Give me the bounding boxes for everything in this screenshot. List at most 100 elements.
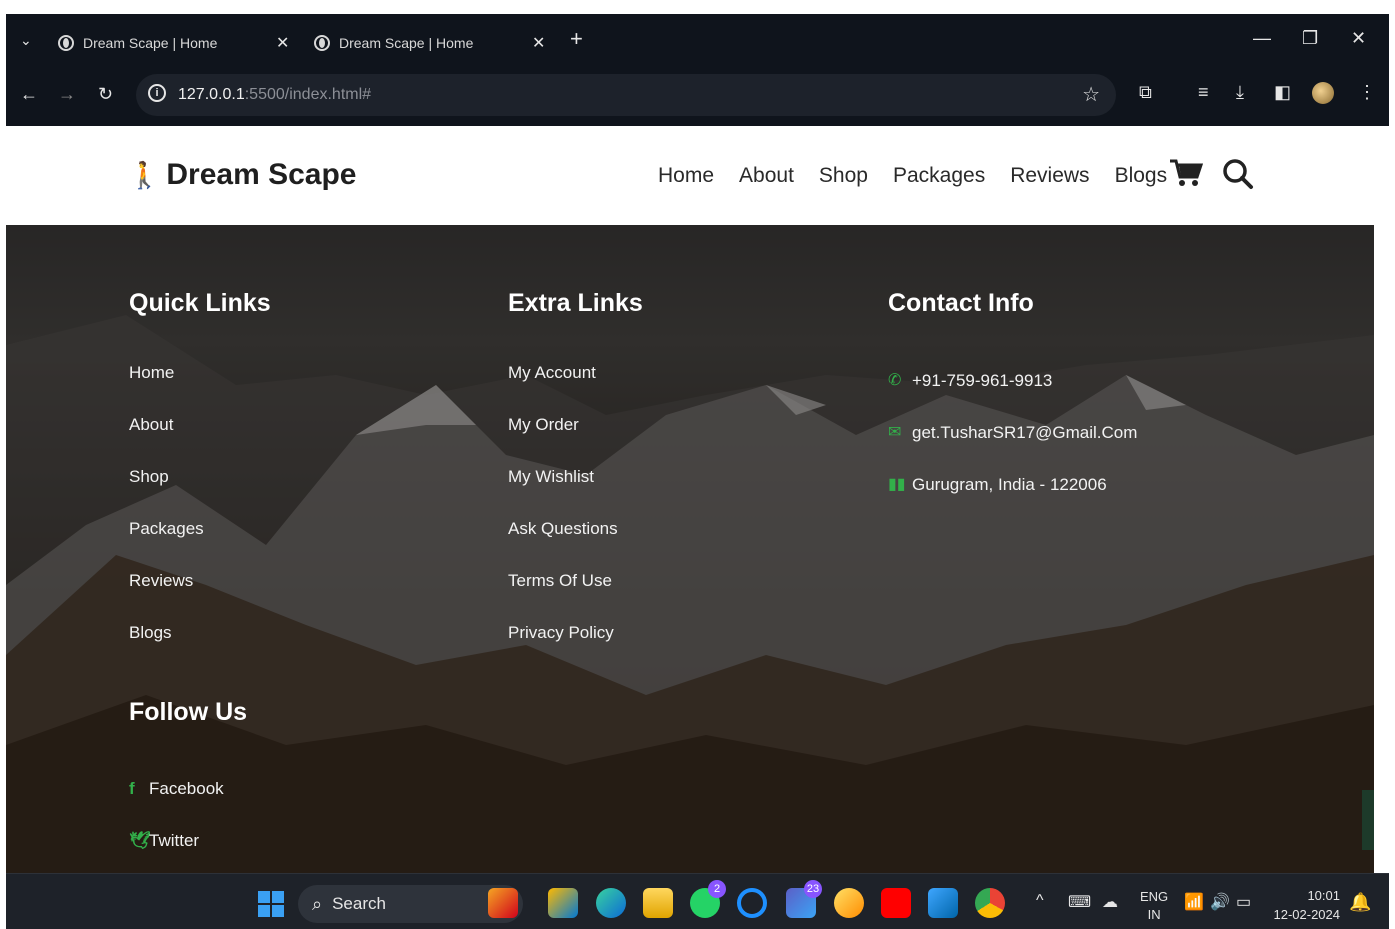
- scroll-top-tab[interactable]: [1362, 790, 1374, 850]
- quick-link-home[interactable]: Home: [129, 355, 271, 407]
- map-icon: ▮▮: [888, 476, 906, 493]
- site-info-icon[interactable]: i: [148, 84, 166, 102]
- forward-icon[interactable]: →: [58, 84, 76, 105]
- twitter-icon: 🕊: [129, 831, 151, 850]
- chrome-icon[interactable]: [975, 888, 1005, 918]
- nav-blogs[interactable]: Blogs: [1115, 164, 1168, 188]
- site-header: 🚶 Dream Scape Home About Shop Packages R…: [6, 126, 1374, 225]
- quick-link-reviews[interactable]: Reviews: [129, 563, 271, 615]
- menu-dots-icon[interactable]: ⋮: [1358, 82, 1376, 103]
- phone-text: +91-759-961-9913: [912, 371, 1053, 390]
- hiker-icon: 🚶: [128, 159, 161, 190]
- tray-cloud-icon[interactable]: ☁: [1102, 892, 1118, 912]
- tab-strip: ⌄ Dream Scape | Home ✕ Dream Scape | Hom…: [6, 14, 1389, 70]
- vscode-icon[interactable]: [928, 888, 958, 918]
- minimize-icon[interactable]: —: [1253, 28, 1271, 49]
- tab-2[interactable]: Dream Scape | Home ✕: [314, 26, 545, 60]
- extra-links-column: Extra Links My Account My Order My Wishl…: [508, 289, 643, 667]
- quick-link-about[interactable]: About: [129, 407, 271, 459]
- tab-2-close-icon[interactable]: ✕: [532, 33, 545, 53]
- download-icon[interactable]: ⤓: [1236, 82, 1244, 103]
- tab-1-title: Dream Scape | Home: [83, 35, 218, 51]
- taskbar-search-label: Search: [332, 894, 386, 913]
- weather-icon[interactable]: [834, 888, 864, 918]
- clock[interactable]: 10:01 12-02-2024: [1270, 886, 1341, 924]
- bookmark-star-icon[interactable]: ☆: [1082, 82, 1100, 107]
- extra-link-my-account[interactable]: My Account: [508, 355, 643, 407]
- follow-facebook[interactable]: f Facebook: [129, 763, 247, 815]
- main-nav: Home About Shop Packages Reviews Blogs: [658, 164, 1167, 188]
- extra-link-terms-of-use[interactable]: Terms Of Use: [508, 563, 643, 615]
- teams-badge: 23: [804, 880, 822, 898]
- toolbar: ← → ↻ i 127.0.0.1:5500/index.html# ☆ ⧉ ≡…: [6, 70, 1389, 122]
- nav-reviews[interactable]: Reviews: [1010, 164, 1089, 188]
- extra-link-my-order[interactable]: My Order: [508, 407, 643, 459]
- brand-logo[interactable]: 🚶 Dream Scape: [128, 158, 356, 192]
- tab-search-chevron-icon[interactable]: ⌄: [20, 32, 32, 49]
- quick-links-title: Quick Links: [129, 289, 271, 317]
- extra-links-title: Extra Links: [508, 289, 643, 317]
- twitter-label: Twitter: [149, 831, 200, 850]
- copilot-icon[interactable]: [548, 888, 578, 918]
- windows-start-icon[interactable]: [258, 891, 284, 917]
- quick-links-column: Quick Links Home About Shop Packages Rev…: [129, 289, 271, 667]
- footer: Quick Links Home About Shop Packages Rev…: [6, 225, 1374, 873]
- profile-avatar[interactable]: [1312, 82, 1334, 104]
- search-icon[interactable]: [1222, 158, 1254, 190]
- contact-info-column: Contact Info ✆ +91-759-961-9913 ✉ get.Tu…: [888, 289, 1137, 511]
- follow-us-title: Follow Us: [129, 698, 248, 726]
- extra-link-ask-questions[interactable]: Ask Questions: [508, 511, 643, 563]
- contact-phone[interactable]: ✆ +91-759-961-9913: [888, 355, 1137, 407]
- edge-icon[interactable]: [596, 888, 626, 918]
- tab-1-close-icon[interactable]: ✕: [276, 33, 289, 53]
- extra-link-my-wishlist[interactable]: My Wishlist: [508, 459, 643, 511]
- wifi-icon[interactable]: 📶: [1184, 892, 1204, 912]
- nav-about[interactable]: About: [739, 164, 794, 188]
- nav-shop[interactable]: Shop: [819, 164, 868, 188]
- close-window-icon[interactable]: ✕: [1351, 28, 1366, 49]
- reading-list-icon[interactable]: ≡: [1198, 82, 1209, 103]
- facebook-icon: f: [129, 779, 135, 798]
- follow-twitter[interactable]: 🕊 Twitter: [129, 815, 247, 867]
- search-icon: ⌕: [312, 893, 323, 914]
- restore-icon[interactable]: ❐: [1302, 28, 1318, 49]
- new-tab-icon[interactable]: +: [570, 26, 583, 52]
- address-bar[interactable]: i 127.0.0.1:5500/index.html# ☆: [136, 74, 1116, 116]
- nav-home[interactable]: Home: [658, 164, 714, 188]
- globe-icon: [58, 35, 74, 51]
- whatsapp-icon[interactable]: 2: [690, 880, 726, 918]
- tray-pen-icon[interactable]: ⌨: [1068, 892, 1091, 912]
- nav-packages[interactable]: Packages: [893, 164, 985, 188]
- language-indicator[interactable]: ENG IN: [1140, 888, 1168, 924]
- screen: ⌄ Dream Scape | Home ✕ Dream Scape | Hom…: [0, 0, 1395, 929]
- extensions-icon[interactable]: ⧉: [1139, 82, 1152, 103]
- clock-date: 12-02-2024: [1273, 907, 1341, 922]
- quick-link-packages[interactable]: Packages: [129, 511, 271, 563]
- region-code: IN: [1147, 907, 1161, 922]
- lang-code: ENG: [1140, 889, 1169, 904]
- cart-icon[interactable]: [1169, 158, 1203, 188]
- volume-icon[interactable]: 🔊: [1210, 892, 1230, 912]
- browser-chrome: ⌄ Dream Scape | Home ✕ Dream Scape | Hom…: [6, 14, 1389, 126]
- address-text: Gurugram, India - 122006: [912, 475, 1107, 494]
- tab-1[interactable]: Dream Scape | Home ✕: [58, 26, 289, 60]
- tray-chevron-icon[interactable]: ^: [1036, 892, 1044, 910]
- email-text: get.TusharSR17@Gmail.Com: [912, 423, 1138, 442]
- quick-link-shop[interactable]: Shop: [129, 459, 271, 511]
- clock-time: 10:01: [1307, 888, 1340, 903]
- quick-link-blogs[interactable]: Blogs: [129, 615, 271, 667]
- file-explorer-icon[interactable]: [643, 888, 673, 918]
- contact-email[interactable]: ✉ get.TusharSR17@Gmail.Com: [888, 407, 1137, 459]
- back-icon[interactable]: ←: [20, 84, 38, 105]
- extra-link-privacy-policy[interactable]: Privacy Policy: [508, 615, 643, 667]
- tab-2-title: Dream Scape | Home: [339, 35, 474, 51]
- teams-icon[interactable]: 23: [786, 880, 822, 918]
- cortana-icon[interactable]: [737, 888, 767, 918]
- reload-icon[interactable]: ↻: [98, 84, 113, 105]
- globe-icon: [314, 35, 330, 51]
- side-panel-icon[interactable]: ◧: [1274, 82, 1291, 103]
- notification-bell-icon[interactable]: 🔔: [1349, 892, 1371, 913]
- widget-icon[interactable]: [488, 888, 518, 918]
- battery-icon[interactable]: ▭: [1236, 892, 1251, 912]
- youtube-icon[interactable]: [881, 888, 911, 918]
